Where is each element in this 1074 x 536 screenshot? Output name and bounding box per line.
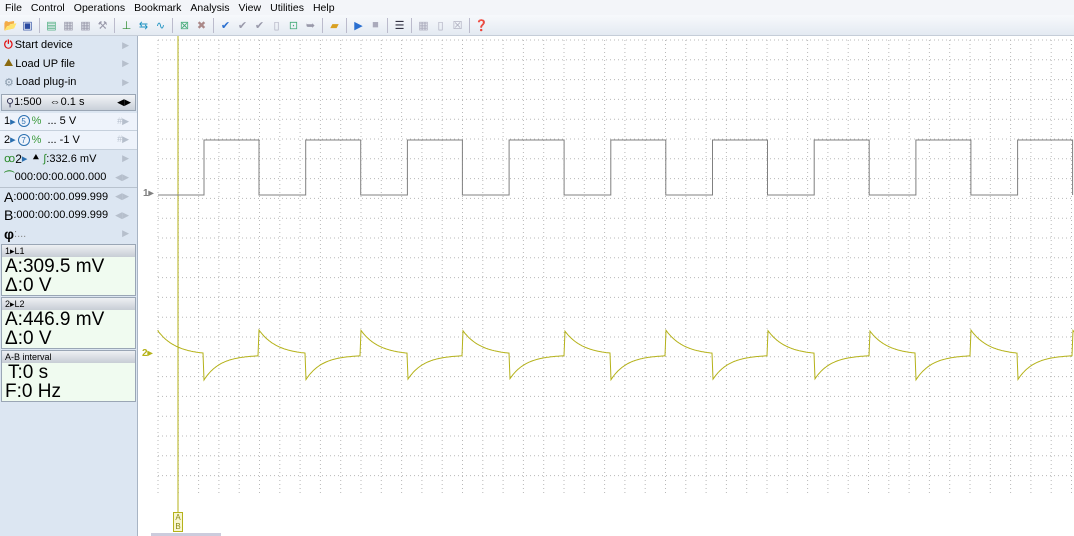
export-icon[interactable]: ➥ — [303, 18, 318, 33]
edge-icon: ⯅ — [31, 152, 41, 165]
clear-icon[interactable]: ✖ — [194, 18, 209, 33]
channel-2-arrow[interactable]: #▶ — [117, 134, 129, 145]
help-icon[interactable]: ❓ — [474, 18, 489, 33]
channel-2-trace — [157, 328, 1074, 382]
menu-analysis[interactable]: Analysis — [190, 2, 229, 14]
trigger-row[interactable]: ꝏ 2 ▸ ⯅ ∫:332.6 mV ▶ — [0, 150, 137, 169]
l2-amplitude: A:446.9 mV — [5, 309, 105, 330]
play-icon[interactable]: ▶ — [351, 18, 366, 33]
l1-delta: Δ:0 V — [5, 275, 52, 296]
menu-bookmark[interactable]: Bookmark — [134, 2, 181, 14]
page-icon[interactable]: ▯ — [269, 18, 284, 33]
toolbar-separator — [213, 17, 214, 33]
oscilloscope-view[interactable]: 1▸ 2▸ AB — [139, 36, 1074, 536]
toolbar-separator — [39, 17, 40, 33]
check-down2-icon[interactable]: ✔ — [252, 18, 267, 33]
chevron-right-icon: ▶ — [122, 58, 129, 69]
l2-panel: 2▸L2 A:446.9 mV Δ:0 V — [1, 297, 136, 349]
menu-operations[interactable]: Operations — [74, 2, 125, 14]
probe-icon: 5 — [17, 115, 30, 128]
display-icon[interactable]: ☰ — [392, 18, 407, 33]
menu-utilities[interactable]: Utilities — [270, 2, 304, 14]
magnifier-icon: ⚲ — [6, 96, 15, 109]
menu-file[interactable]: File — [5, 2, 22, 14]
chevron-right-icon: ▶ — [122, 76, 129, 87]
toolbar-separator — [469, 17, 470, 33]
menu-help[interactable]: Help — [313, 2, 335, 14]
trigger-time-row[interactable]: ⏜ 000:00:00.000.000 ◀▶ — [0, 168, 137, 187]
channel-1-marker[interactable]: 1▸ — [143, 188, 154, 199]
chevron-right-icon: ▶ — [122, 39, 129, 50]
copy-icon[interactable]: ▦ — [61, 18, 76, 33]
check-icon[interactable]: ✔ — [218, 18, 233, 33]
scroll-arrows-icon[interactable]: ◀▶ — [117, 97, 131, 108]
menu-control[interactable]: Control — [31, 2, 65, 14]
chevron-right-icon: ▶ — [122, 153, 129, 164]
channel-1-arrow[interactable]: #▶ — [117, 116, 129, 127]
arrows-icon[interactable]: ◀▶ — [115, 172, 129, 183]
open-icon[interactable]: 📂 — [3, 18, 18, 33]
toolbar-separator — [411, 17, 412, 33]
scale-bar[interactable]: ⚲ 1:500 ⇔ 0.1 s ◀▶ — [1, 93, 136, 111]
print-icon[interactable]: ▤ — [44, 18, 59, 33]
cursor-ab-marker[interactable]: AB — [173, 512, 183, 532]
load-plugin-button[interactable]: ⚙ Load plug-in ▶ — [0, 73, 137, 92]
stop-icon[interactable]: ■ — [368, 18, 383, 33]
bookmark-icon[interactable]: ▰ — [327, 18, 342, 33]
tool-icon[interactable]: ⚒ — [95, 18, 110, 33]
save-icon[interactable]: ▣ — [20, 18, 35, 33]
cursor-a-row[interactable]: A:000:00:00.099.999 ◀▶ — [0, 188, 137, 207]
filter-icon[interactable]: ∿ — [153, 18, 168, 33]
l1-amplitude: A:309.5 mV — [5, 256, 105, 277]
toolbar-separator — [172, 17, 173, 33]
cursor-icon[interactable]: ⊥ — [119, 18, 134, 33]
phase-row[interactable]: φ:... ▶ — [0, 225, 137, 244]
chevron-right-icon: ▶ — [122, 228, 129, 239]
trigger-icon: ꝏ — [4, 153, 16, 166]
arrows-icon[interactable]: ◀▶ — [115, 191, 129, 202]
l1-panel: 1▸L1 A:309.5 mV Δ:0 V — [1, 244, 136, 296]
arrows-icon[interactable]: ◀▶ — [115, 210, 129, 221]
plugin-icon: ⚙ — [4, 76, 14, 89]
ab-period: T:0 s — [8, 362, 49, 383]
load-up-file-button[interactable]: ⛰ Load UP file ▶ — [0, 55, 137, 74]
channel-icon[interactable]: ⇆ — [136, 18, 151, 33]
zoom-icon[interactable]: ⊠ — [177, 18, 192, 33]
channel-1-trace — [158, 139, 1074, 196]
probe-icon: 7 — [17, 133, 30, 146]
channel-2-row[interactable]: 2 ▸ 7%... -1 V #▶ — [0, 131, 137, 150]
sidebar: ⏻ Start device ▶ ⛰ Load UP file ▶ ⚙ Load plug… — [0, 36, 138, 536]
toolbar-separator — [322, 17, 323, 33]
start-device-button[interactable]: ⏻ Start device ▶ — [0, 36, 137, 55]
doc-icon[interactable]: ▯ — [433, 18, 448, 33]
select-icon[interactable]: ⊡ — [286, 18, 301, 33]
cursor-b-row[interactable]: B:000:00:00.099.999 ◀▶ — [0, 206, 137, 225]
toolbar-separator — [387, 17, 388, 33]
l2-delta: Δ:0 V — [5, 328, 52, 349]
toolbar-separator — [346, 17, 347, 33]
ab-frequency: F:0 Hz — [5, 381, 61, 402]
menu-view[interactable]: View — [239, 2, 262, 14]
grid-icon[interactable]: ▦ — [416, 18, 431, 33]
toolbar: 📂 ▣ ▤ ▦ ▦ ⚒ ⊥ ⇆ ∿ ⊠ ✖ ✔ ✔ ✔ ▯ ⊡ ➥ ▰ ▶ ■ ☰ ▦ ▯ ☒ ❓ — [0, 15, 1074, 36]
power-icon: ⏻ — [4, 38, 13, 51]
close-icon[interactable]: ☒ — [450, 18, 465, 33]
coupling-icon: % — [31, 133, 42, 146]
load-icon: ⛰ — [4, 57, 14, 70]
channel-1-row[interactable]: 1 ▸ 5%... 5 V #▶ — [0, 112, 137, 131]
check-down-icon[interactable]: ✔ — [235, 18, 250, 33]
waveform-canvas[interactable] — [139, 36, 1074, 536]
channel-2-marker[interactable]: 2▸ — [142, 348, 153, 359]
pretrigger-icon: ⏜ — [4, 170, 15, 183]
ab-interval-panel: A-B interval T:0 s F:0 Hz — [1, 350, 136, 402]
timebase-icon: ⇔ — [49, 96, 61, 108]
toolbar-separator — [114, 17, 115, 33]
coupling-icon: % — [31, 115, 42, 128]
menu-bar: File Control Operations Bookmark Analysi… — [0, 0, 1074, 15]
paste-icon[interactable]: ▦ — [78, 18, 93, 33]
